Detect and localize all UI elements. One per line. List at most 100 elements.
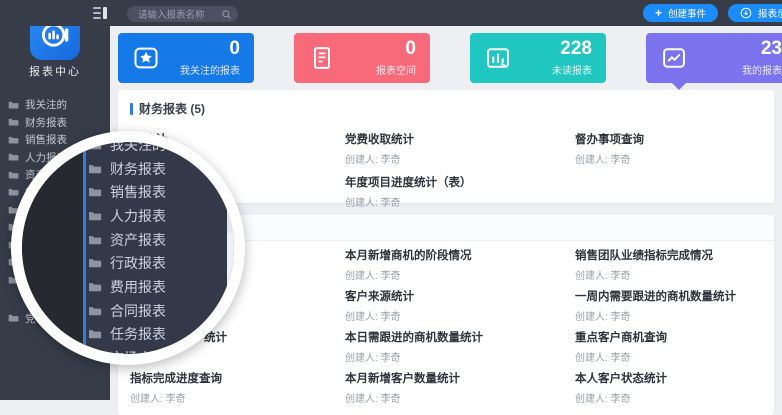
- report-item: 本月新增商机的阶段情况创建人: 李奇: [345, 247, 483, 288]
- folder-icon: [8, 187, 19, 197]
- topbar-actions: + 创建事件 报表示例: [643, 4, 782, 22]
- search-input[interactable]: [136, 6, 218, 24]
- report-search: [127, 6, 238, 22]
- magnified-item-label: 人力报表: [110, 206, 166, 226]
- report-item-title[interactable]: 本月新增商机的阶段情况: [345, 247, 483, 263]
- magnified-sidebar-menu: 我关注的财务报表销售报表人力报表资产报表行政报表费用报表合同报表任务报表市场中心: [88, 142, 227, 354]
- magnified-sidebar-rail: [22, 142, 83, 354]
- stat-cards-row: 0 我关注的报表 0报表空间 228 未读报表 23 我的报表: [118, 33, 782, 83]
- report-item-creator: 创建人: 李奇: [345, 151, 472, 166]
- folder-icon: [8, 170, 19, 180]
- report-item: 重点客户商机查询创建人: 李奇: [575, 329, 736, 370]
- report-item: 本人客户状态统计创建人: 李奇: [575, 370, 736, 411]
- topbar: + 创建事件 报表示例: [0, 0, 782, 26]
- sidebar-item[interactable]: 财务报表: [0, 114, 110, 132]
- section-header: 财务报表 (5): [130, 100, 205, 117]
- report-item: 党费收取统计创建人: 李奇: [345, 131, 472, 174]
- stat-card-3[interactable]: 23 我的报表: [646, 33, 782, 83]
- folder-icon: [88, 352, 102, 354]
- magnified-item-label: 我关注的: [110, 142, 166, 155]
- magnified-sidebar-item: 我关注的: [88, 142, 227, 157]
- folder-icon: [88, 305, 102, 317]
- report-item-creator: 创建人: 李奇: [345, 308, 483, 323]
- report-column: 党费收取统计创建人: 李奇年度项目进度统计（表） 创建人: 李奇: [345, 131, 472, 217]
- report-item-title[interactable]: 客户来源统计: [345, 288, 483, 304]
- report-item-title[interactable]: 销售团队业绩指标完成情况: [575, 247, 736, 263]
- magnified-sidebar-item: 费用报表: [88, 275, 227, 299]
- stat-label: 未读报表: [552, 62, 592, 77]
- magnified-section-gap: [227, 210, 234, 233]
- stat-value: 0: [229, 38, 240, 60]
- folder-icon: [88, 163, 102, 175]
- report-item-creator: 创建人: 李奇: [575, 349, 736, 364]
- report-item-creator: 创建人: 李奇: [345, 390, 483, 405]
- report-item-title[interactable]: 督办事项查询: [575, 131, 644, 147]
- magnified-item-label: 合同报表: [110, 301, 166, 321]
- report-item-creator: 创建人: 李奇: [345, 194, 472, 209]
- magnified-item-label: 市场中心: [110, 348, 166, 354]
- section-accent-bar: [130, 103, 133, 115]
- sidebar-item[interactable]: 我关注的: [0, 96, 110, 114]
- folder-icon: [8, 152, 19, 162]
- folder-icon: [88, 257, 102, 269]
- magnified-sidebar-item: 销售报表: [88, 180, 227, 204]
- folder-icon: [8, 117, 19, 127]
- magnified-sidebar-item: 合同报表: [88, 299, 227, 323]
- report-item-title[interactable]: 年度项目进度统计（表）: [345, 174, 472, 190]
- folder-icon: [8, 135, 19, 145]
- collapse-menu-icon[interactable]: [93, 7, 107, 19]
- report-item-creator: 创建人: 李奇: [345, 349, 483, 364]
- stat-card-2[interactable]: 228 未读报表: [470, 33, 606, 83]
- stat-value: 0: [405, 38, 416, 60]
- folder-icon: [8, 100, 19, 110]
- report-item-title[interactable]: 本日需跟进的商机数量统计: [345, 329, 483, 345]
- report-item: 本日需跟进的商机数量统计创建人: 李奇: [345, 329, 483, 370]
- report-item-creator: 创建人: 李奇: [575, 390, 736, 405]
- stat-card-0[interactable]: 0 我关注的报表: [118, 33, 254, 83]
- report-item-title[interactable]: 本人客户状态统计: [575, 370, 736, 386]
- folder-icon: [88, 281, 102, 293]
- folder-icon: [88, 142, 102, 151]
- report-column: 本月新增商机的阶段情况创建人: 李奇客户来源统计创建人: 李奇本日需跟进的商机数…: [345, 247, 483, 411]
- stat-value: 228: [560, 38, 592, 60]
- folder-icon: [88, 234, 102, 246]
- magnified-sidebar-item: 人力报表: [88, 204, 227, 228]
- report-item-title[interactable]: 重点客户商机查询: [575, 329, 736, 345]
- section-title: 财务报表 (5): [139, 100, 205, 117]
- report-item-title[interactable]: 本月新增客户数量统计: [345, 370, 483, 386]
- folder-icon: [88, 328, 102, 340]
- trend-chart-icon: [659, 44, 689, 72]
- report-item-title[interactable]: 党费收取统计: [345, 131, 472, 147]
- report-item: 督办事项查询创建人: 李奇: [575, 131, 644, 174]
- report-item: 本月新增客户数量统计创建人: 李奇: [345, 370, 483, 411]
- report-item: 年度项目进度统计（表） 创建人: 李奇: [345, 174, 472, 217]
- report-item: 客户来源统计创建人: 李奇: [345, 288, 483, 329]
- report-column: 销售团队业绩指标完成情况创建人: 李奇一周内需要跟进的商机数量统计创建人: 李奇…: [575, 247, 736, 411]
- magnified-content-edge: [227, 142, 234, 354]
- magnified-item-label: 任务报表: [110, 324, 166, 344]
- stat-label: 我的报表: [742, 62, 782, 77]
- report-item-title[interactable]: 指标完成进度查询: [130, 370, 227, 386]
- magnified-item-label: 资产报表: [110, 230, 166, 250]
- stat-card-1[interactable]: 0报表空间: [294, 33, 430, 83]
- create-event-button[interactable]: + 创建事件: [643, 4, 718, 22]
- report-item-creator: 创建人: 李奇: [130, 390, 227, 405]
- folder-icon: [8, 313, 19, 323]
- report-item: 销售团队业绩指标完成情况创建人: 李奇: [575, 247, 736, 288]
- magnified-sidebar-item: 市场中心: [88, 346, 227, 354]
- report-example-button[interactable]: 报表示例: [728, 4, 782, 22]
- magnified-sidebar-item: 财务报表: [88, 157, 227, 181]
- report-item-creator: 创建人: 李奇: [575, 267, 736, 282]
- stat-value: 23: [761, 38, 782, 60]
- report-item: 一周内需要跟进的商机数量统计创建人: 李奇: [575, 288, 736, 329]
- sidebar-item-label: 财务报表: [25, 115, 67, 130]
- magnifier-overlay: 我关注的财务报表销售报表人力报表资产报表行政报表费用报表合同报表任务报表市场中心: [11, 131, 245, 365]
- folder-icon: [88, 210, 102, 222]
- search-icon[interactable]: [221, 9, 232, 20]
- folder-icon: [88, 186, 102, 198]
- document-icon: [307, 44, 337, 72]
- stat-label: 我关注的报表: [180, 62, 240, 77]
- magnified-sidebar-item: 资产报表: [88, 228, 227, 252]
- report-item-title[interactable]: 一周内需要跟进的商机数量统计: [575, 288, 736, 304]
- bar-chart-icon: [483, 44, 513, 72]
